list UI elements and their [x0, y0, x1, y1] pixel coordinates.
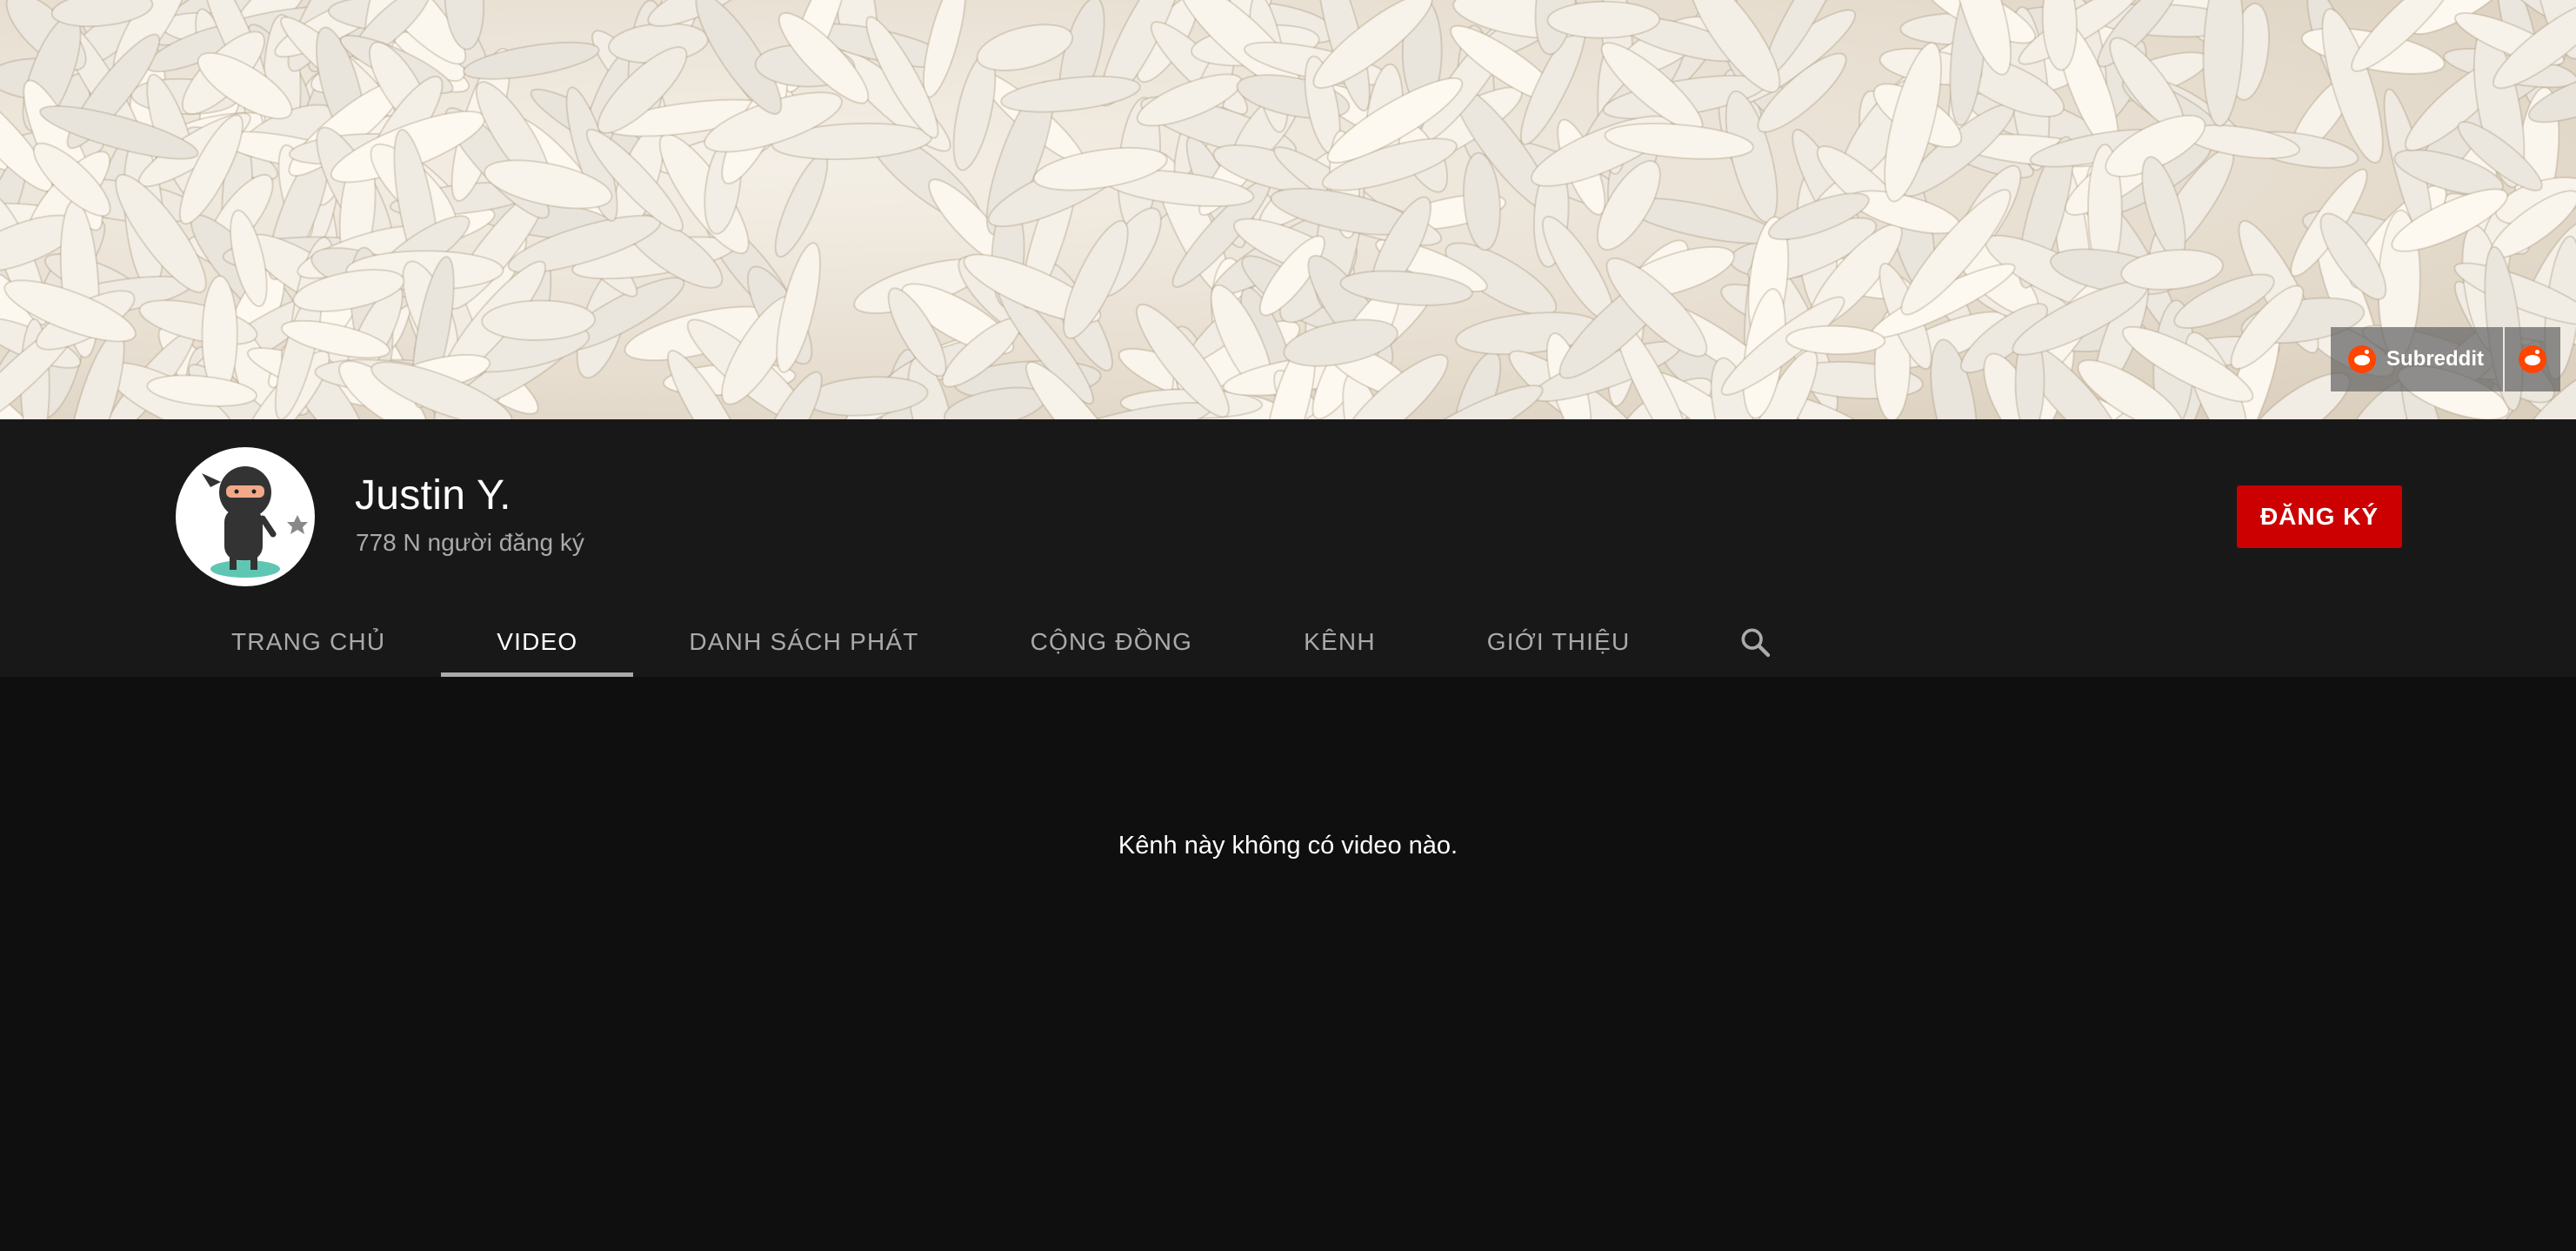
channel-search-button[interactable] — [1685, 607, 1807, 677]
tab-videos[interactable]: VIDEO — [441, 607, 634, 677]
channel-avatar[interactable] — [176, 447, 315, 586]
search-icon — [1741, 628, 1771, 658]
channel-name: Justin Y. — [355, 472, 511, 518]
subreddit-link-label: Subreddit — [2386, 347, 2484, 371]
channel-page: Subreddit Justin Y. 778 N người đăng ký … — [0, 0, 2576, 1251]
subreddit-link[interactable]: Subreddit — [2331, 327, 2503, 391]
channel-tabs: TRANG CHỦ VIDEO DANH SÁCH PHÁT CỘNG ĐỒNG… — [176, 607, 1807, 677]
tab-playlists[interactable]: DANH SÁCH PHÁT — [633, 607, 974, 677]
tab-home[interactable]: TRANG CHỦ — [176, 607, 441, 677]
reddit-icon — [2348, 345, 2376, 373]
empty-videos-message: Kênh này không có video nào. — [1118, 832, 1458, 860]
videos-content: Kênh này không có video nào. — [0, 677, 2576, 1251]
tab-channels[interactable]: KÊNH — [1248, 607, 1431, 677]
rice-banner-image — [0, 0, 2576, 419]
subscriber-count: 778 N người đăng ký — [356, 529, 584, 556]
reddit-link[interactable] — [2505, 327, 2560, 391]
ninja-avatar-icon — [202, 466, 308, 578]
channel-banner: Subreddit — [0, 0, 2576, 419]
channel-header: Justin Y. 778 N người đăng ký ĐĂNG KÝ TR… — [0, 419, 2576, 677]
tab-about[interactable]: GIỚI THIỆU — [1431, 607, 1686, 677]
reddit-icon — [2519, 345, 2546, 373]
banner-links: Subreddit — [2331, 327, 2560, 391]
subscribe-button[interactable]: ĐĂNG KÝ — [2237, 485, 2402, 548]
tab-community[interactable]: CỘNG ĐỒNG — [975, 607, 1249, 677]
